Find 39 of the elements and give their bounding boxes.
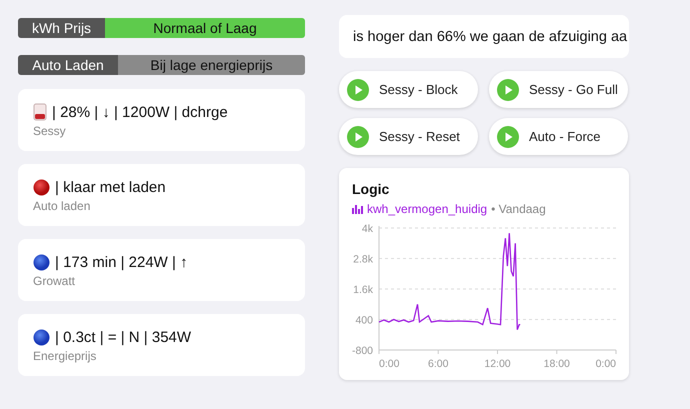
tick-label: 18:00 xyxy=(544,358,570,370)
status-dot-icon xyxy=(33,254,50,270)
entity-state: | 0.3ct | = | N | 354W xyxy=(55,328,192,346)
tick-label: -800 xyxy=(352,345,373,357)
tick-label: 2.8k xyxy=(353,254,373,266)
play-icon xyxy=(347,126,369,148)
period-label: • Vandaag xyxy=(491,202,546,216)
battery-low-icon xyxy=(33,103,47,121)
card-title: Logic xyxy=(352,181,390,197)
entity-name: Growatt xyxy=(33,274,76,288)
script-button[interactable]: Sessy - Reset xyxy=(339,118,478,155)
marquee-text: is hoger dan 66% we gaan de afzuiging aa xyxy=(353,28,628,44)
script-button[interactable]: Sessy - Go Full xyxy=(489,71,628,108)
bar-label: Auto Laden xyxy=(18,55,118,75)
tick-label: 0:00 xyxy=(596,358,616,370)
bar-label: kWh Prijs xyxy=(18,18,105,38)
play-icon xyxy=(497,126,519,148)
tick-label: 6:00 xyxy=(428,358,448,370)
script-button[interactable]: Auto - Force xyxy=(489,118,628,155)
bar-chart-icon xyxy=(352,204,363,214)
entity-state: | 28% | ↓ | 1200W | dchrge xyxy=(52,104,228,120)
entity-name: Sessy xyxy=(33,124,67,138)
status-dot-icon xyxy=(33,328,50,346)
play-icon xyxy=(497,78,519,100)
entity-state: | klaar met laden xyxy=(55,178,166,196)
entity-link[interactable]: kwh_vermogen_huidig xyxy=(367,202,488,216)
tick-label: 1.6k xyxy=(353,284,373,296)
script-button[interactable]: Sessy - Block xyxy=(339,71,478,108)
status-dot-icon xyxy=(33,178,50,196)
tick-label: 400 xyxy=(355,314,373,326)
bar-value: Normaal of Laag xyxy=(105,18,305,38)
play-icon xyxy=(347,78,369,100)
tick-label: 4k xyxy=(362,223,373,235)
tick-label: 12:00 xyxy=(484,358,511,370)
bar-value: Bij lage energieprijs xyxy=(118,55,305,75)
entity-name: Energieprijs xyxy=(33,349,98,363)
entity-state: | 173 min | 224W | ↑ xyxy=(55,254,188,270)
entity-name: Auto laden xyxy=(33,199,92,213)
tick-label: 0:00 xyxy=(379,358,400,370)
